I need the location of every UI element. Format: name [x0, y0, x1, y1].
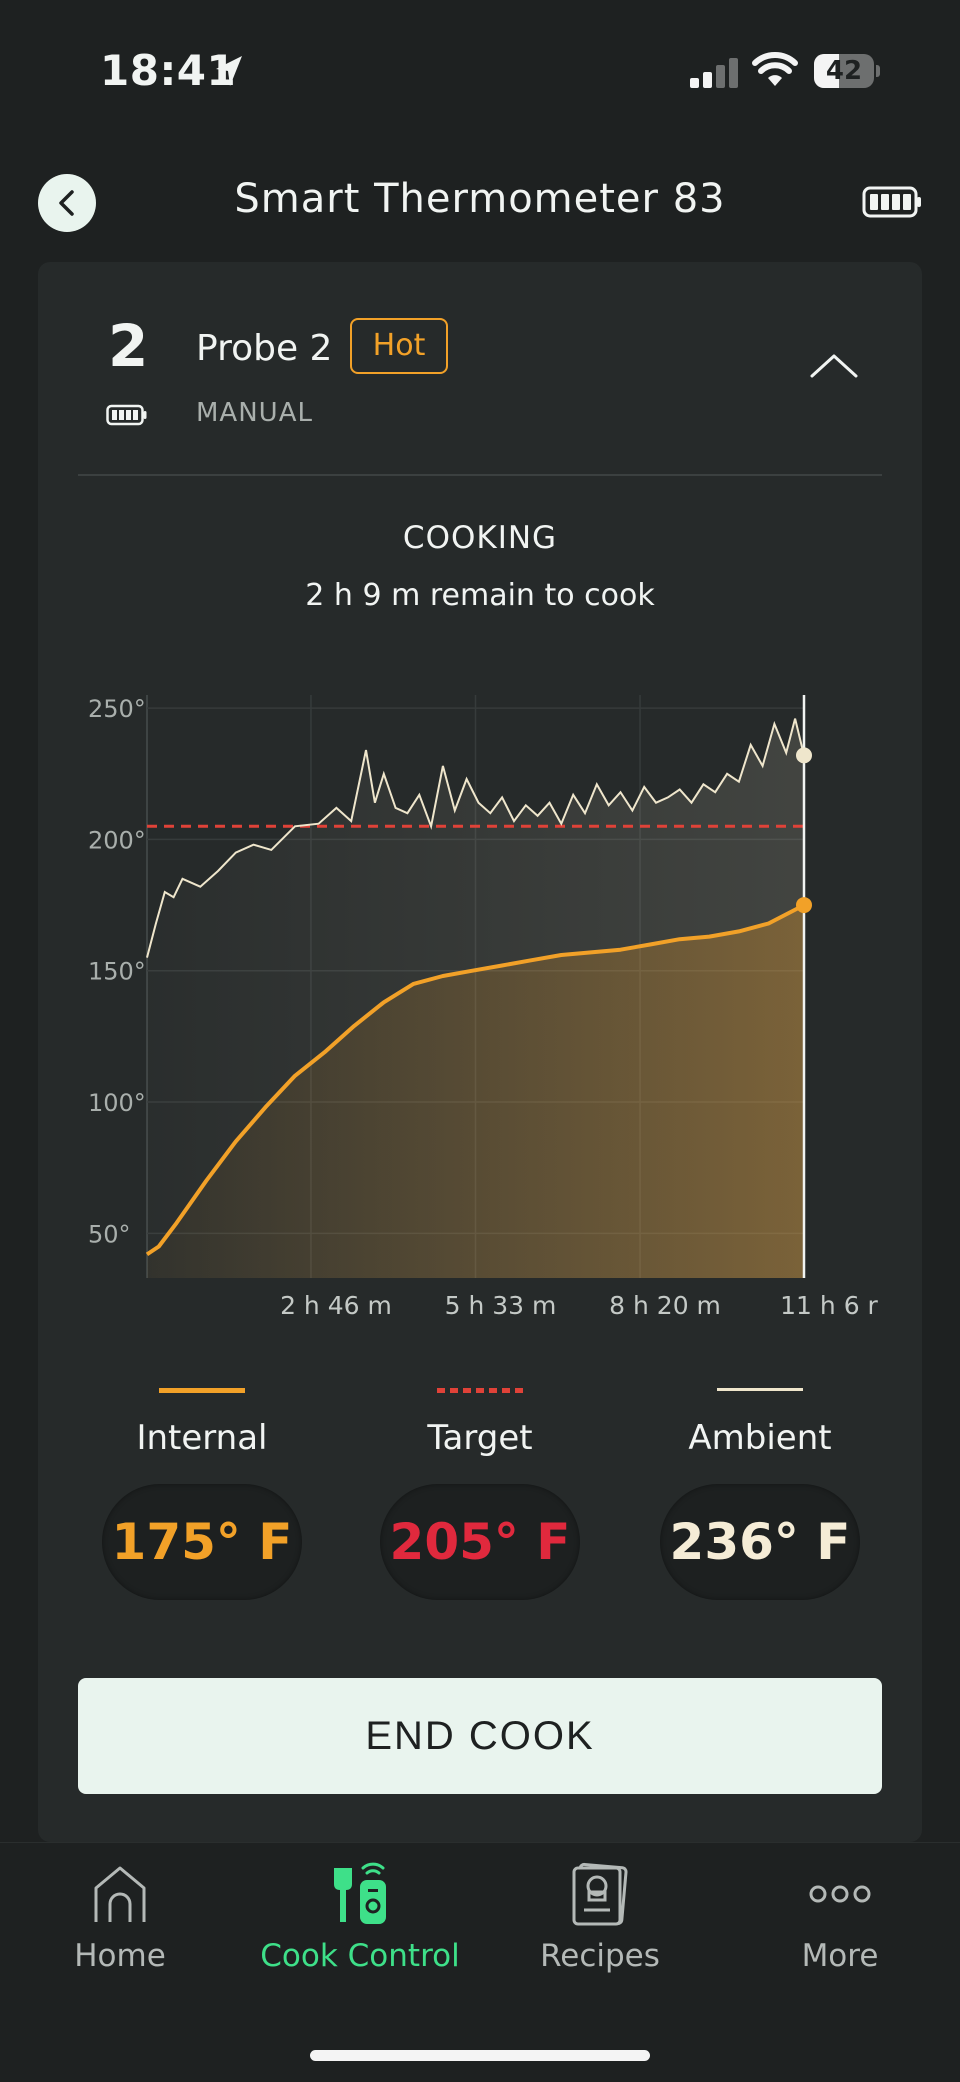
time-remaining: 2 h 9 m remain to cook [305, 578, 655, 613]
cellular-signal-icon [690, 58, 738, 88]
x-tick-label: 8 h 20 m [609, 1291, 721, 1320]
internal-temp-value: 175° F [102, 1484, 302, 1600]
temperature-chart: 250° 200° 150° 100° 50° 2 h 46 m 5 h 33 m 8 h 2… [88, 695, 879, 1320]
x-tick-label: 2 h 46 m [280, 1291, 392, 1320]
y-tick-label: 150° [88, 958, 146, 986]
status-battery-icon: 42 [814, 54, 880, 88]
target-temp-value[interactable]: 205° F [380, 1484, 580, 1600]
battery-percent: 42 [825, 56, 863, 86]
probe-battery-icon [106, 404, 147, 426]
status-badge: Hot [350, 318, 448, 374]
cook-status: COOKING [402, 520, 558, 556]
legend-label-ambient: Ambient [688, 1418, 832, 1458]
probe-mode: MANUAL [196, 398, 313, 428]
y-tick-label: 250° [88, 695, 146, 723]
legend-swatch-ambient [717, 1388, 803, 1391]
home-icon [94, 1866, 146, 1922]
device-battery-icon [862, 186, 921, 218]
tab-label: Home [74, 1938, 166, 1974]
chevron-up-icon[interactable] [806, 348, 862, 382]
page-title: Smart Thermometer 83 [234, 176, 726, 222]
tab-label: Cook Control [260, 1938, 460, 1974]
probe-name: Probe 2 [196, 328, 333, 369]
tab-label: More [801, 1938, 879, 1974]
legend-label-target: Target [427, 1418, 533, 1458]
y-tick-label: 50° [88, 1220, 131, 1248]
internal-current-point [796, 897, 812, 914]
y-tick-label: 200° [88, 826, 146, 854]
more-icon [809, 1885, 871, 1903]
end-cook-button[interactable]: END COOK [78, 1678, 882, 1794]
tab-more[interactable]: More [720, 1862, 960, 1974]
tab-cook-control[interactable]: Cook Control [240, 1862, 480, 1974]
x-tick-label: 11 h 6 r [780, 1291, 878, 1320]
home-indicator [310, 2050, 650, 2061]
legend-label-internal: Internal [136, 1418, 268, 1458]
legend-swatch-internal [159, 1388, 245, 1393]
wifi-icon [752, 52, 798, 86]
y-tick-label: 100° [88, 1089, 146, 1117]
x-tick-label: 5 h 33 m [445, 1291, 557, 1320]
tab-label: Recipes [540, 1938, 660, 1974]
probe-number: 2 [108, 312, 149, 380]
tab-home[interactable]: Home [0, 1862, 240, 1974]
legend-swatch-target [437, 1388, 523, 1393]
ambient-current-point [796, 747, 812, 764]
cook-control-icon [334, 1862, 386, 1924]
ambient-temp-value: 236° F [660, 1484, 860, 1600]
recipes-icon [572, 1862, 628, 1926]
status-bar: 18:41 42 [0, 0, 960, 140]
location-arrow-icon [216, 56, 242, 86]
tab-recipes[interactable]: Recipes [480, 1862, 720, 1974]
divider [78, 474, 882, 476]
